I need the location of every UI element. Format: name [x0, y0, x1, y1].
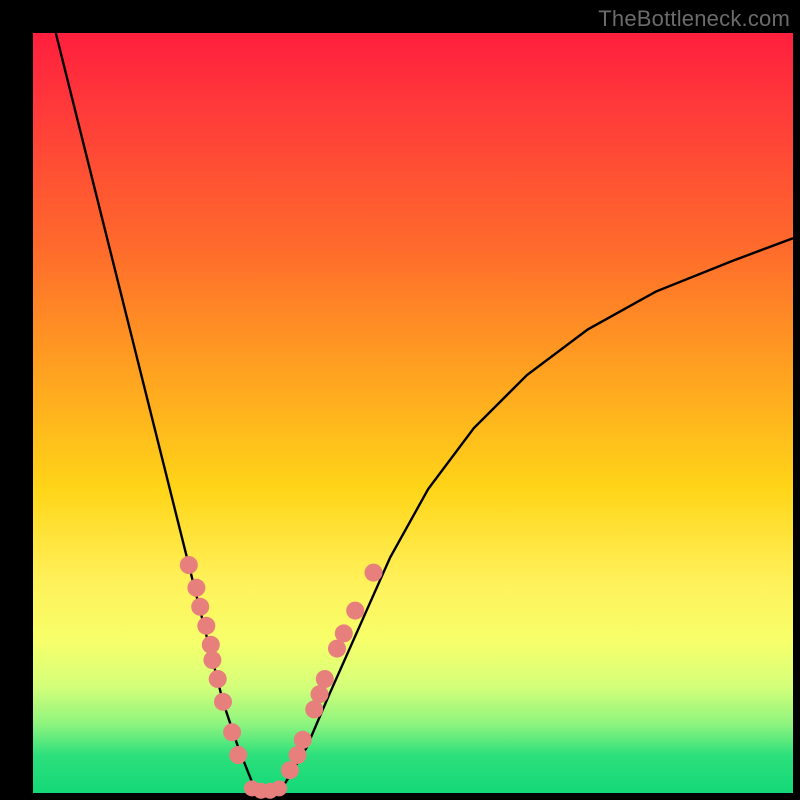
marker-dot — [335, 624, 353, 642]
marker-dot — [187, 579, 205, 597]
marker-dot — [223, 723, 241, 741]
marker-dot — [271, 780, 287, 796]
bottleneck-curve-path — [56, 33, 793, 793]
bottleneck-curve-svg — [33, 33, 793, 793]
marker-dot — [294, 731, 312, 749]
marker-dot — [197, 617, 215, 635]
curve-marker-dots — [180, 556, 383, 799]
marker-dot — [316, 670, 334, 688]
marker-dot — [209, 670, 227, 688]
marker-dot — [202, 636, 220, 654]
gradient-plot-area — [33, 33, 793, 793]
watermark-label: TheBottleneck.com — [598, 6, 790, 32]
marker-dot — [214, 693, 232, 711]
marker-dot — [191, 598, 209, 616]
marker-dot — [203, 651, 221, 669]
marker-dot — [346, 602, 364, 620]
marker-dot — [229, 746, 247, 764]
marker-dot — [180, 556, 198, 574]
marker-dot — [365, 564, 383, 582]
